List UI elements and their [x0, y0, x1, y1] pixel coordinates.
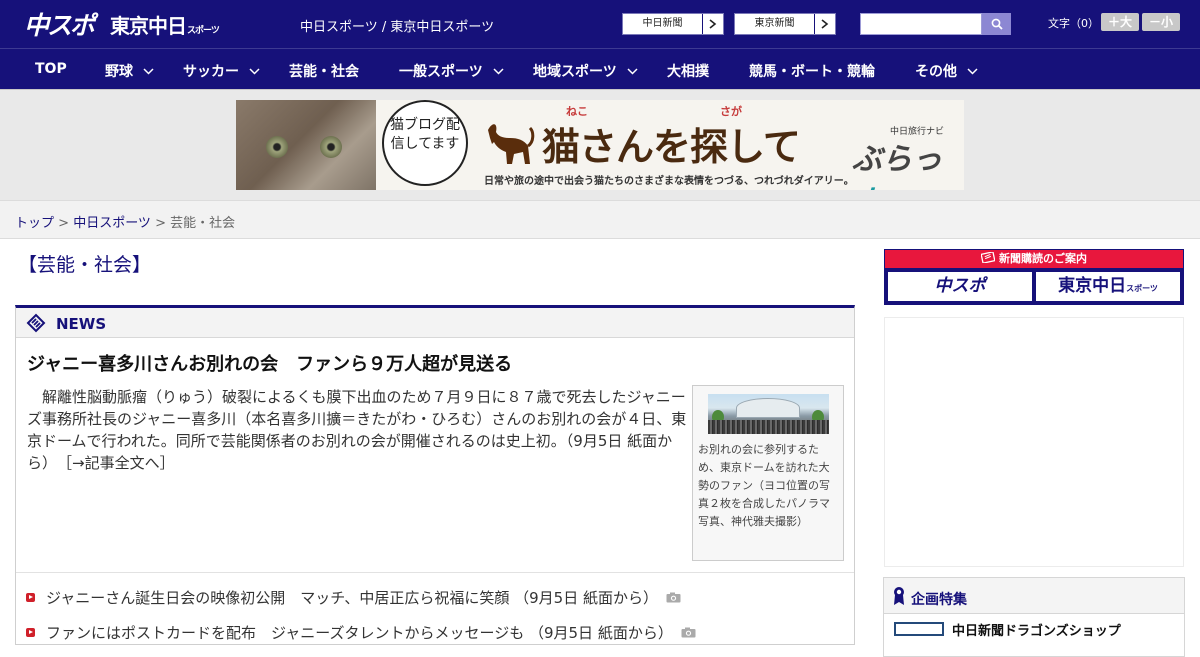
subscribe-button-label: 東京中日 [1058, 276, 1127, 296]
nav-item-sumo[interactable]: 大相撲 [667, 61, 709, 81]
cat-blog-banner[interactable]: 猫ブログ配信してます ねこ さが 猫さんを探して 日常や旅の途中で出会う猫たちの… [236, 100, 964, 190]
related-article-link[interactable]: ジャニーさん誕生日会の映像初公開 マッチ、中居正広ら祝福に笑顔 （9月5日 紙面… [26, 587, 681, 608]
breadcrumb-separator: > [150, 216, 171, 231]
subscription-header: 新聞購読のご案内 [885, 250, 1183, 268]
news-header: NEWS [16, 308, 854, 338]
nav-item-label: 一般スポーツ [399, 64, 483, 80]
nav-item-label: サッカー [183, 64, 239, 80]
banner-area: 猫ブログ配信してます ねこ さが 猫さんを探して 日常や旅の途中で出会う猫たちの… [0, 90, 1200, 200]
breadcrumb: トップ > 中日スポーツ > 芸能・社会 [15, 212, 235, 231]
nav-item-label: 芸能・社会 [289, 64, 359, 80]
related-article-text: ファンにはポストカードを配布 ジャニーズタレントからメッセージも （9月5日 紙… [46, 624, 673, 642]
font-size-label: 文字（0） [1048, 17, 1099, 30]
tokyo-shimbun-link[interactable]: 東京新聞 [734, 13, 836, 35]
nav-item-racing[interactable]: 競馬・ボート・競輪 [749, 61, 875, 81]
chevron-down-icon [967, 67, 978, 75]
crowd-shape [708, 420, 829, 434]
font-larger-button[interactable]: ＋大 [1101, 13, 1139, 31]
nav-item-baseball[interactable]: 野球 [105, 61, 154, 81]
camera-icon [666, 592, 681, 603]
nav-item-label: 野球 [105, 64, 133, 80]
bullet-icon [26, 628, 35, 637]
speech-bubble: 猫ブログ配信してます [382, 100, 468, 186]
main-nav: TOP 野球 サッカー 芸能・社会 一般スポーツ 地域スポーツ 大相撲 競馬・ボ… [0, 48, 1200, 89]
feature-thumbnail[interactable] [894, 622, 944, 636]
article-photo[interactable] [708, 394, 829, 434]
nav-item-soccer[interactable]: サッカー [183, 61, 260, 81]
article-lead: 解離性脳動脈瘤（りゅう）破裂によるくも膜下出血のため７月９日に８７歳で死去したジ… [27, 386, 687, 474]
nav-item-entertainment[interactable]: 芸能・社会 [289, 61, 359, 81]
font-smaller-button[interactable]: －小 [1142, 13, 1180, 31]
brand-text-accent: 人 [852, 186, 882, 190]
article-photo-box: お別れの会に参列するため、東京ドームを訪れた大勢のファン（ヨコ位置の写真２枚を合… [692, 385, 844, 561]
read-more-link[interactable]: ［→記事全文へ］ [65, 454, 175, 472]
cat-photo [236, 100, 376, 190]
photo-caption: お別れの会に参列するため、東京ドームを訪れた大勢のファン（ヨコ位置の写真２枚を合… [698, 443, 830, 528]
nav-item-label: 大相撲 [667, 64, 709, 80]
nav-item-label: TOP [35, 61, 67, 77]
chevron-down-icon [143, 67, 154, 75]
banner-title: 猫さんを探して [542, 125, 801, 169]
banner-subtitle: 日常や旅の途中で出会う猫たちのさまざまな表情をつづる、つれづれダイアリー。 [484, 176, 854, 187]
breadcrumb-top[interactable]: トップ [15, 216, 54, 231]
subscribe-tokyo-chunichi-button[interactable]: 東京中日スポーツ [1036, 272, 1180, 301]
breadcrumb-band: トップ > 中日スポーツ > 芸能・社会 [0, 200, 1200, 239]
news-panel: NEWS ジャニー喜多川さんお別れの会 ファンら９万人超が見送る 解離性脳動脈瘤… [15, 305, 855, 645]
brand-text: ぶらっ [852, 142, 942, 177]
news-icon [26, 313, 46, 333]
chunichi-shimbun-link[interactable]: 中日新聞 [622, 13, 724, 35]
ext-link-label: 東京新聞 [735, 14, 815, 34]
breadcrumb-current: 芸能・社会 [170, 216, 236, 231]
subscribe-button-label: 中スポ [934, 276, 986, 296]
nav-item-label: 地域スポーツ [533, 64, 617, 80]
related-article-text: ジャニーさん誕生日会の映像初公開 マッチ、中居正広ら祝福に笑顔 （9月5日 紙面… [46, 589, 658, 607]
banner-brand-logo: ぶらっ人 [852, 134, 964, 190]
chuspo-logo[interactable]: 中スポ [24, 6, 95, 42]
search-button[interactable] [982, 13, 1011, 35]
nav-item-other[interactable]: その他 [915, 61, 978, 81]
ext-link-label: 中日新聞 [623, 14, 703, 34]
search-input[interactable] [860, 13, 982, 35]
breadcrumb-separator: > [54, 216, 74, 231]
breadcrumb-section[interactable]: 中日スポーツ [73, 216, 151, 231]
cat-silhouette-icon [488, 124, 535, 164]
nav-item-regional-sports[interactable]: 地域スポーツ [533, 61, 638, 81]
nav-item-label: その他 [915, 64, 957, 80]
tokyo-logo-text: 東京中日 [110, 14, 187, 38]
bullet-icon [26, 593, 35, 602]
ribbon-icon [894, 587, 904, 605]
related-article-link[interactable]: ファンにはポストカードを配布 ジャニーズタレントからメッセージも （9月5日 紙… [26, 622, 696, 643]
camera-icon [681, 627, 696, 638]
chevron-down-icon [249, 67, 260, 75]
tokyo-chunichi-logo[interactable]: 東京中日スポーツ [110, 10, 220, 39]
page-title: 【芸能・社会】 [18, 254, 152, 276]
cat-eye [320, 136, 342, 158]
subscribe-chuspo-button[interactable]: 中スポ [888, 272, 1032, 301]
subscription-header-text: 新聞購読のご案内 [999, 252, 1087, 265]
news-label: NEWS [56, 315, 107, 333]
newspaper-icon [980, 251, 996, 264]
subscription-box: 新聞購読のご案内 中スポ 東京中日スポーツ [884, 249, 1184, 305]
nav-item-general-sports[interactable]: 一般スポーツ [399, 61, 504, 81]
feature-header: 企画特集 [884, 578, 1184, 614]
chevron-down-icon [493, 67, 504, 75]
divider [16, 572, 854, 573]
feature-panel: 企画特集 中日新聞ドラゴンズショップ [883, 577, 1185, 657]
chevron-right-icon [815, 14, 835, 34]
chevron-down-icon [627, 67, 638, 75]
search-icon [991, 18, 1003, 30]
article-headline[interactable]: ジャニー喜多川さんお別れの会 ファンら９万人超が見送る [27, 350, 512, 376]
subscribe-button-sub: スポーツ [1126, 284, 1158, 293]
cat-eye [266, 136, 288, 158]
dome-shape [736, 398, 800, 418]
nav-item-top[interactable]: TOP [35, 61, 67, 77]
site-header: 中スポ 東京中日スポーツ 中日スポーツ / 東京中日スポーツ 中日新聞 東京新聞… [0, 0, 1200, 48]
site-links[interactable]: 中日スポーツ / 東京中日スポーツ [300, 16, 494, 35]
tokyo-logo-sub: スポーツ [187, 26, 220, 36]
feature-title: 企画特集 [911, 592, 967, 608]
chevron-right-icon [703, 14, 723, 34]
ad-slot [884, 317, 1184, 567]
nav-item-label: 競馬・ボート・競輪 [749, 64, 875, 80]
